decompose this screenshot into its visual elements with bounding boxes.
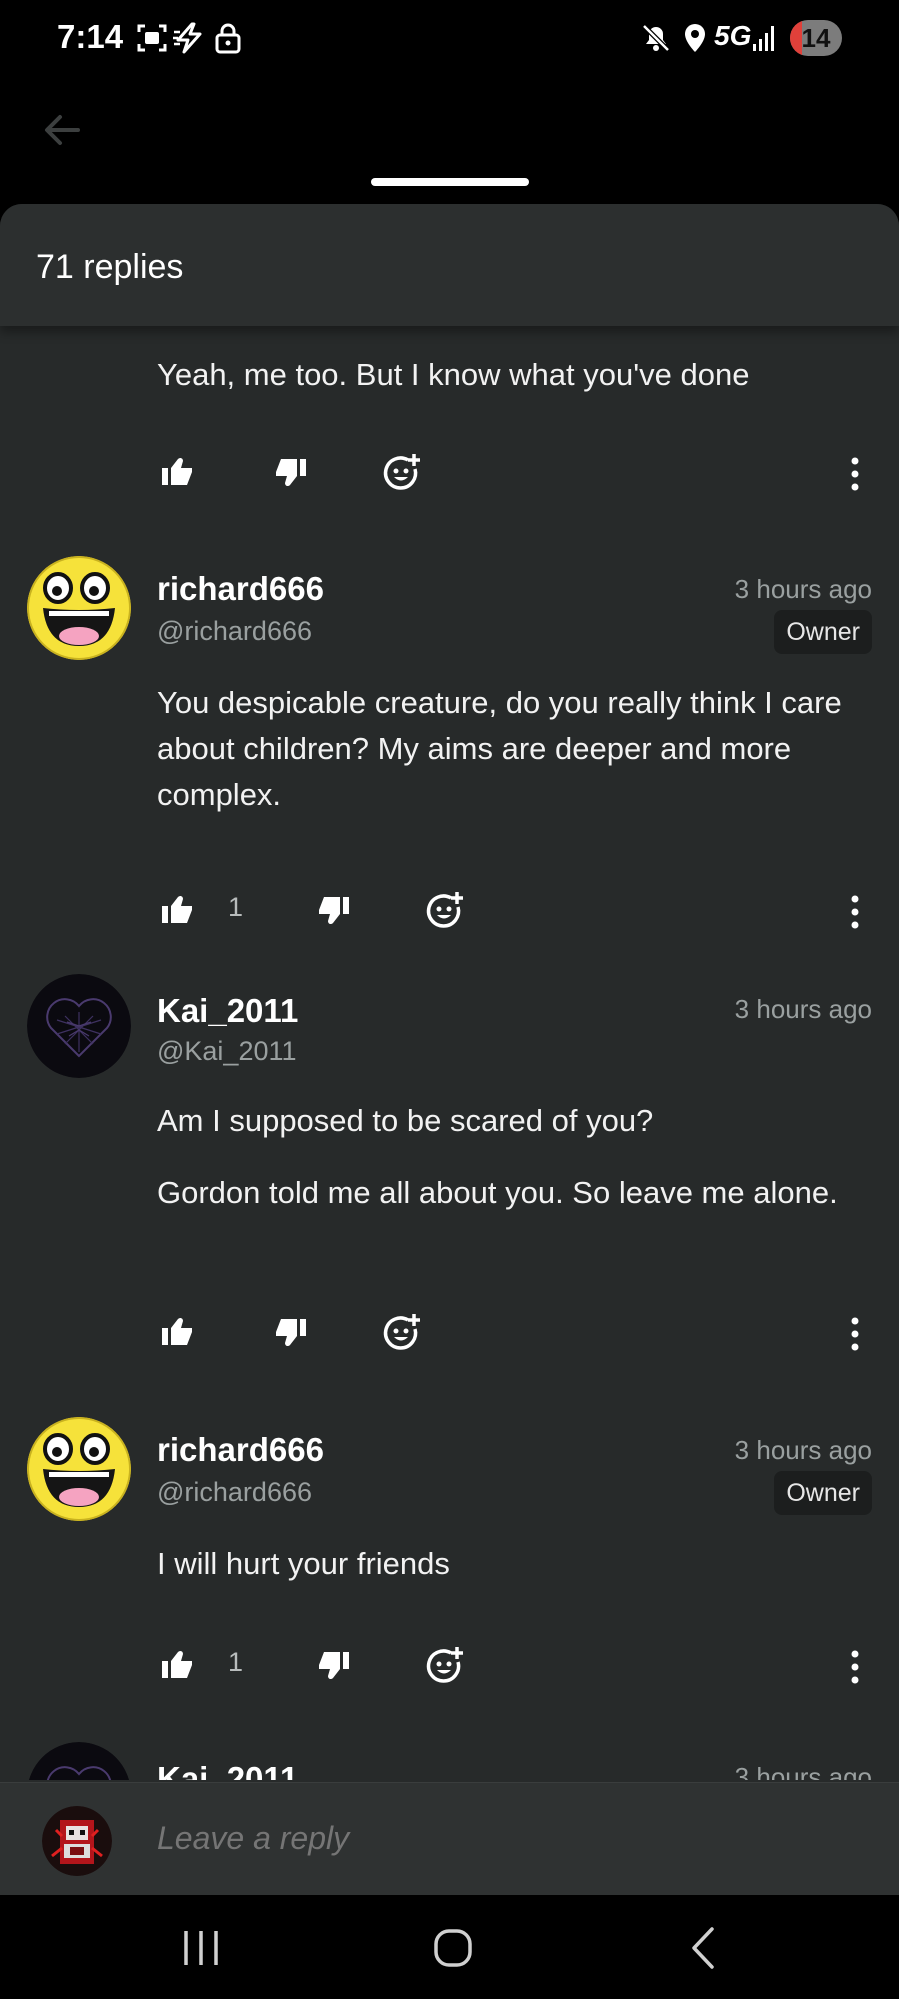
screenshot-icon — [137, 24, 167, 52]
add-reaction-icon — [426, 892, 463, 928]
back-arrow-icon[interactable] — [40, 108, 84, 152]
dislike-button[interactable] — [270, 452, 310, 492]
home-icon[interactable] — [428, 1923, 478, 1973]
status-bar: 7:14 5G 14 — [0, 0, 899, 80]
react-button[interactable] — [425, 890, 465, 930]
like-count: 1 — [228, 1647, 244, 1677]
react-button[interactable] — [382, 1312, 422, 1352]
mute-icon — [642, 24, 670, 52]
comment-timestamp: 3 hours ago — [734, 1435, 872, 1465]
thumb-down-icon — [276, 459, 306, 487]
spiderweb-heart-avatar[interactable] — [27, 974, 131, 1078]
thumb-up-icon — [162, 895, 192, 923]
comment-actions — [0, 1312, 899, 1362]
comment-handle: @richard666 — [157, 1477, 312, 1507]
dislike-button[interactable] — [313, 890, 353, 930]
epic-face-avatar[interactable] — [27, 1417, 131, 1521]
comment-text: Yeah, me too. But I know what you've don… — [157, 352, 857, 398]
comment-text: Am I supposed to be scared of you? Gordo… — [157, 1098, 857, 1216]
replies-count-title: 71 replies — [36, 248, 184, 286]
back-icon[interactable] — [680, 1923, 730, 1973]
owner-badge: Owner — [774, 1471, 872, 1515]
comment-username[interactable]: Kai_2011 — [157, 1760, 298, 1780]
network-label: 5G — [714, 20, 752, 51]
comment-timestamp: 3 hours ago — [734, 1762, 872, 1780]
battery-icon: 14 — [790, 20, 842, 56]
like-count: 1 — [228, 892, 244, 922]
like-button[interactable] — [158, 1312, 198, 1352]
comment-paragraph: Am I supposed to be scared of you? — [157, 1103, 654, 1138]
comment-list[interactable]: Yeah, me too. But I know what you've don… — [0, 204, 899, 1780]
replies-sheet: Yeah, me too. But I know what you've don… — [0, 204, 899, 1895]
location-icon — [685, 24, 705, 52]
thumb-up-icon — [162, 1650, 192, 1678]
comment-timestamp: 3 hours ago — [734, 574, 872, 604]
dislike-button[interactable] — [270, 1312, 310, 1352]
comment-handle: @richard666 — [157, 616, 312, 646]
comment-paragraph: I will hurt your friends — [157, 1546, 450, 1581]
comment-paragraph: You despicable creature, do you really t… — [157, 685, 842, 812]
reply-input[interactable] — [157, 1813, 857, 1863]
more-options-icon[interactable] — [840, 454, 870, 494]
sheet-drag-handle[interactable] — [371, 178, 529, 186]
thumb-down-icon — [276, 1319, 306, 1347]
user-avatar[interactable] — [42, 1806, 112, 1876]
status-time: 7:14 — [57, 18, 124, 55]
like-button[interactable] — [158, 452, 198, 492]
comment-username[interactable]: richard666 — [157, 570, 324, 608]
signal-icon — [753, 26, 774, 51]
comment-actions — [0, 452, 899, 502]
app-top-area — [0, 80, 899, 204]
more-options-icon[interactable] — [840, 1314, 870, 1354]
lock-icon — [215, 23, 241, 54]
add-reaction-icon — [383, 454, 420, 490]
recent-apps-icon[interactable] — [176, 1923, 226, 1973]
thumb-down-icon — [319, 1652, 349, 1680]
thumb-up-icon — [162, 1317, 192, 1345]
comment-timestamp: 3 hours ago — [734, 994, 872, 1024]
sheet-header: 71 replies — [0, 204, 899, 326]
more-options-icon[interactable] — [840, 892, 870, 932]
spiderweb-heart-avatar[interactable] — [27, 1742, 131, 1780]
comment-text: I will hurt your friends — [157, 1541, 857, 1587]
thumb-up-icon — [162, 457, 192, 485]
epic-face-avatar[interactable] — [27, 556, 131, 660]
add-reaction-icon — [383, 1314, 420, 1350]
comment-actions: 1 — [0, 890, 899, 940]
dislike-button[interactable] — [313, 1645, 353, 1685]
more-options-icon[interactable] — [840, 1647, 870, 1687]
comment-actions: 1 — [0, 1645, 899, 1695]
battery-level: 14 — [801, 23, 831, 53]
comment-paragraph: Yeah, me too. But I know what you've don… — [157, 357, 750, 392]
system-nav-bar — [0, 1895, 899, 1999]
like-button[interactable] — [158, 890, 198, 930]
comment-username[interactable]: richard666 — [157, 1431, 324, 1469]
reply-bar — [0, 1782, 899, 1895]
thumb-down-icon — [319, 897, 349, 925]
owner-badge: Owner — [774, 610, 872, 654]
react-button[interactable] — [425, 1645, 465, 1685]
comment-paragraph: Gordon told me all about you. So leave m… — [157, 1175, 838, 1210]
like-button[interactable] — [158, 1645, 198, 1685]
react-button[interactable] — [382, 452, 422, 492]
comment-handle: @Kai_2011 — [157, 1036, 297, 1066]
add-reaction-icon — [426, 1647, 463, 1683]
comment-text: You despicable creature, do you really t… — [157, 680, 857, 818]
flash-icon — [173, 22, 202, 54]
comment-username[interactable]: Kai_2011 — [157, 992, 298, 1030]
